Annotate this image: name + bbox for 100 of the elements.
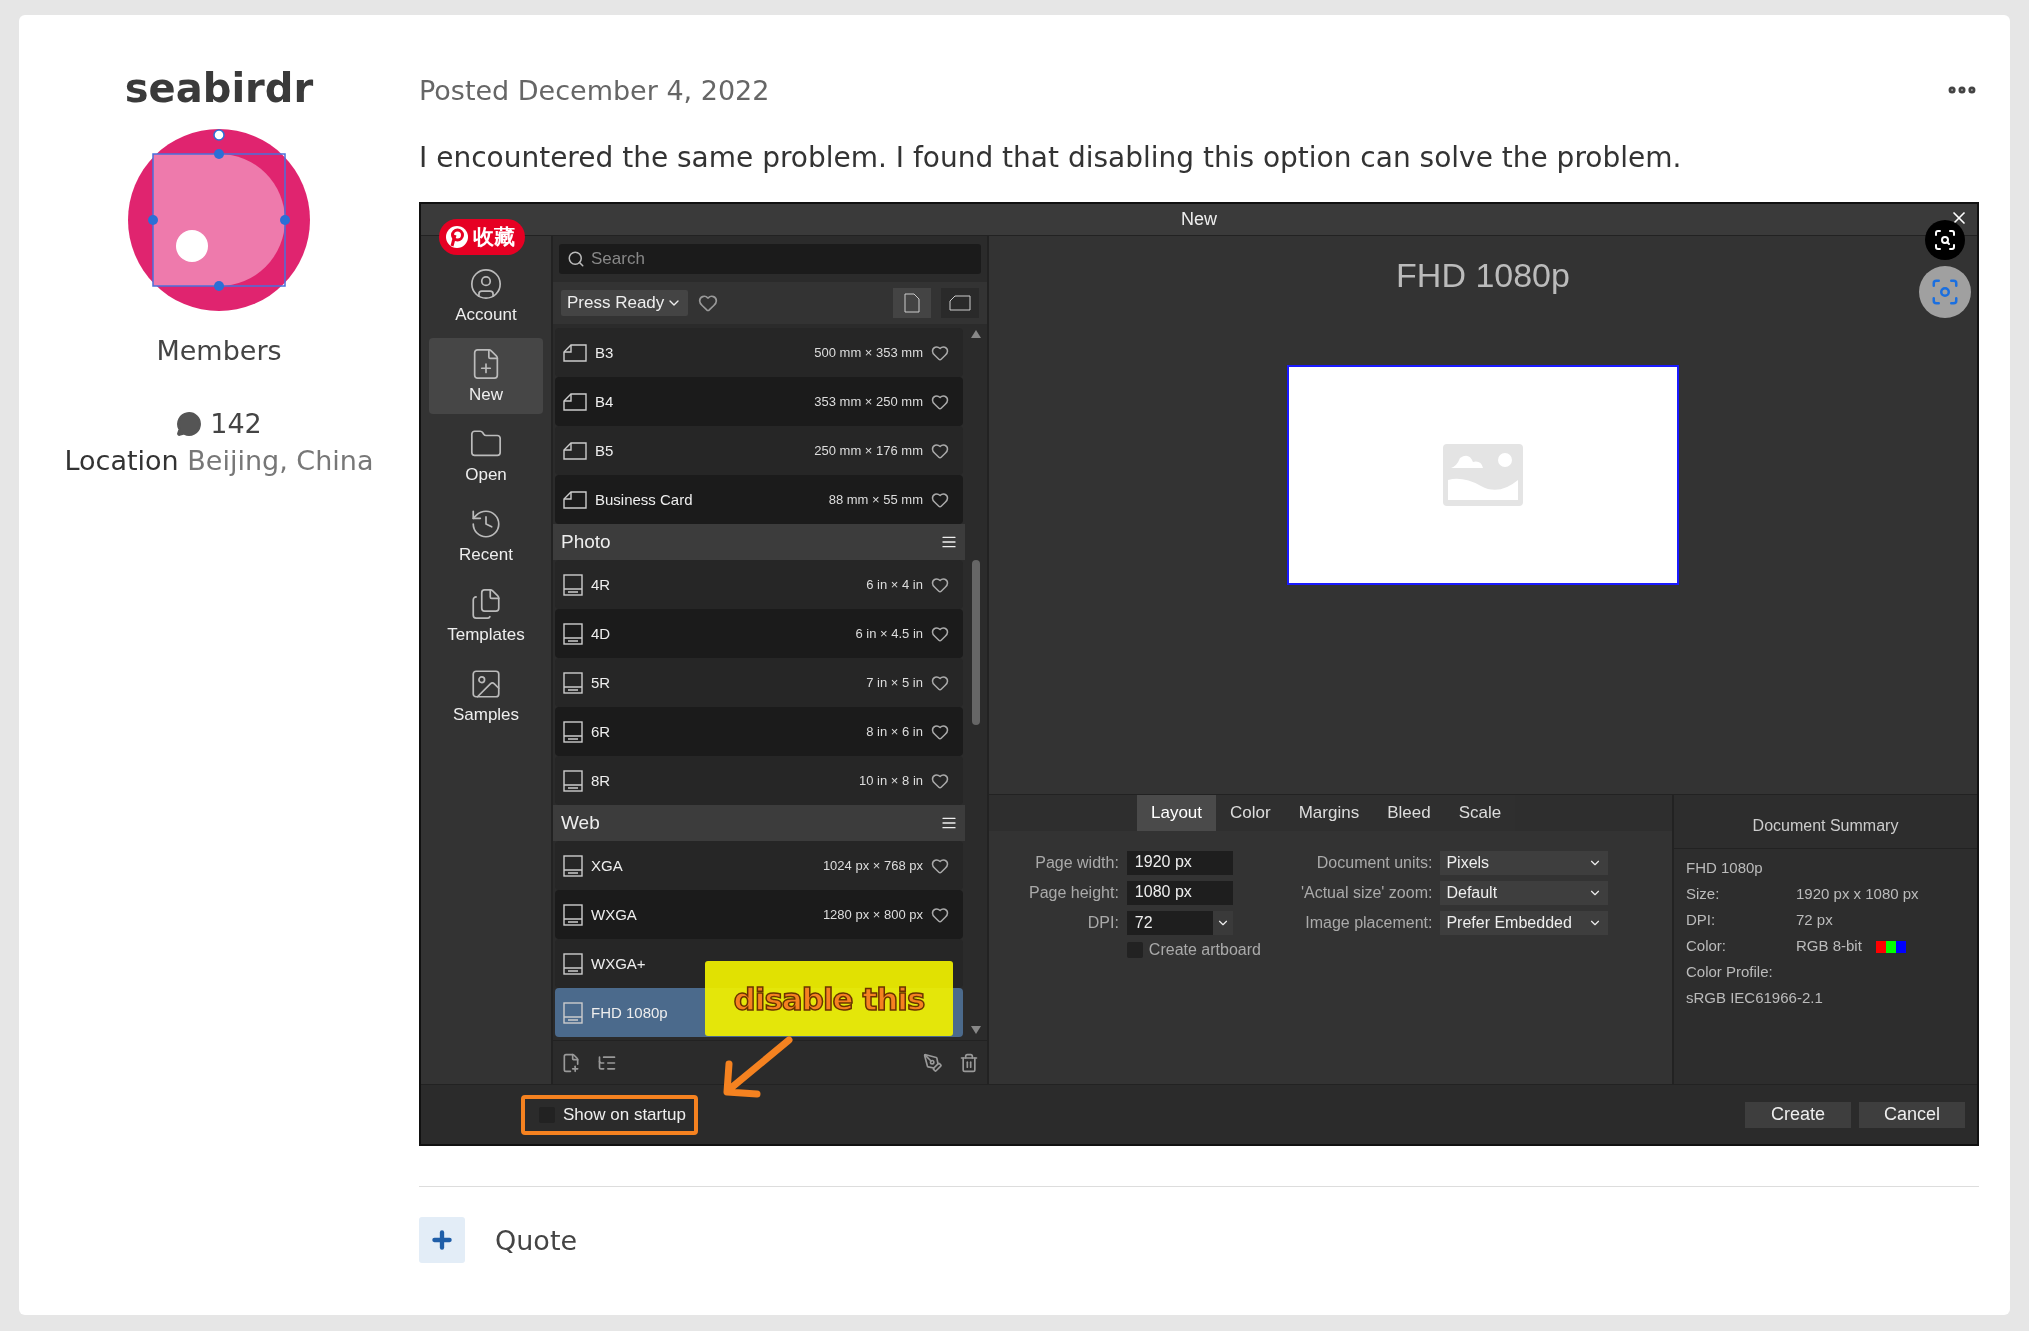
preset-row[interactable]: Business Card 88 mm × 55 mm [555, 475, 963, 524]
field-label: Page height: [1029, 884, 1119, 902]
pen-icon[interactable] [923, 1052, 943, 1073]
summary-label: Color Profile: [1686, 963, 1774, 980]
preset-row[interactable]: 4R 6 in × 4 in [555, 560, 963, 609]
sidebar-item[interactable]: Samples [429, 658, 543, 734]
preset-row[interactable]: B5 250 mm × 176 mm [555, 426, 963, 475]
summary-value: sRGB IEC61966-2.1 [1686, 989, 1824, 1006]
select-field[interactable]: Pixels [1440, 851, 1609, 875]
field-label: Image placement: [1304, 914, 1433, 932]
pin-icon [445, 225, 469, 249]
heart-icon[interactable] [931, 343, 949, 362]
scroll-up-icon[interactable] [971, 330, 981, 338]
member-role: Members [156, 335, 282, 366]
checkbox-label: Create artboard [1148, 941, 1261, 959]
select-field[interactable]: Prefer Embedded [1440, 911, 1609, 935]
preset-dropdown[interactable]: Press Ready [561, 290, 689, 316]
preset-row[interactable]: 5R 7 in × 5 in [555, 658, 963, 707]
field-label: Document units: [1315, 854, 1433, 872]
post-text: I encountered the same problem. I found that disabling this option can solve the problem. [419, 141, 1683, 174]
quote-link[interactable]: Quote [495, 1224, 578, 1256]
list-menu-icon[interactable] [941, 815, 957, 831]
heart-icon[interactable] [931, 905, 949, 924]
username: seabirdr [124, 65, 314, 111]
heart-icon[interactable] [931, 575, 949, 594]
summary-name: FHD 1080p [1686, 859, 1764, 876]
recent-icon [469, 507, 503, 541]
image-placeholder-icon [1443, 444, 1523, 506]
settings-tab[interactable]: Layout [1137, 795, 1217, 831]
focus-frame-icon [1930, 277, 1960, 307]
page-icon [563, 392, 587, 411]
preset-row[interactable]: WXGA 1280 px × 800 px [555, 890, 963, 939]
heart-icon[interactable] [931, 722, 949, 741]
add-preset-icon[interactable] [561, 1052, 581, 1073]
heart-icon[interactable] [931, 392, 949, 411]
heart-icon[interactable] [931, 771, 949, 790]
scrollbar-thumb[interactable] [972, 559, 980, 725]
preset-row[interactable]: 4D 6 in × 4.5 in [555, 609, 963, 658]
summary-value: 72 px [1796, 911, 1833, 928]
list-menu-icon[interactable] [941, 534, 957, 550]
landscape-button[interactable] [941, 288, 979, 318]
summary-label: DPI: [1686, 911, 1717, 928]
preset-row[interactable]: 8R 10 in × 8 in [555, 756, 963, 805]
select-field[interactable]: Default [1440, 881, 1609, 905]
sidebar-item[interactable]: New [429, 338, 543, 414]
quote-plus-button[interactable] [419, 1217, 465, 1263]
sidebar-item[interactable]: Account [429, 258, 543, 334]
heart-icon[interactable] [931, 673, 949, 692]
screen-icon [563, 1001, 583, 1024]
dialog-button[interactable]: Cancel [1859, 1101, 1965, 1128]
summary-label: Color: [1686, 937, 1727, 954]
heart-icon[interactable] [931, 441, 949, 460]
screen-icon [563, 903, 583, 926]
checkbox-label: Show on startup [563, 1104, 686, 1125]
summary-label: Size: [1686, 885, 1721, 902]
input-field[interactable]: 1080 px [1126, 881, 1233, 905]
location-text: Location Beijing, China [64, 445, 374, 476]
portrait-button[interactable] [893, 288, 931, 318]
field-label: 'Actual size' zoom: [1300, 884, 1433, 902]
note-tooltip: disable this [705, 961, 953, 1036]
preset-row[interactable]: B3 500 mm × 353 mm [555, 328, 963, 377]
page-icon [563, 490, 587, 509]
heart-icon[interactable] [931, 490, 949, 509]
screen-icon [563, 854, 583, 877]
summary-value: 1920 px x 1080 px [1796, 885, 1919, 902]
preset-row[interactable]: B4 353 mm × 250 mm [555, 377, 963, 426]
scan-search-icon [1933, 228, 1957, 252]
dpi-field[interactable]: 72 [1126, 911, 1233, 935]
dialog-button[interactable]: Create [1745, 1101, 1851, 1128]
sidebar-item[interactable]: Templates [429, 578, 543, 654]
account-icon [469, 267, 503, 301]
page-icon [563, 441, 587, 460]
preset-row[interactable]: XGA 1024 px × 768 px [555, 841, 963, 890]
search-field[interactable]: Search [559, 244, 981, 274]
preview-title: FHD 1080p [1396, 256, 1570, 295]
plus-icon [429, 1227, 455, 1253]
portrait-page-icon [904, 293, 920, 313]
post-count: 142 [210, 408, 262, 439]
summary-title: Document Summary [1674, 803, 1977, 849]
sidebar-item[interactable]: Open [429, 418, 543, 494]
heart-icon[interactable] [698, 293, 719, 313]
field-label: DPI: [1086, 914, 1119, 932]
post-date: Posted December 4, 2022 [419, 74, 770, 106]
search-icon [567, 250, 585, 268]
landscape-page-icon [949, 295, 971, 311]
scroll-down-icon[interactable] [971, 1026, 981, 1034]
trash-icon[interactable] [959, 1052, 979, 1073]
heart-icon[interactable] [931, 856, 949, 875]
screen-icon [563, 769, 583, 792]
sidebar-item[interactable]: Recent [429, 498, 543, 574]
section-header[interactable]: Web [553, 805, 965, 841]
preset-row[interactable]: 6R 8 in × 6 in [555, 707, 963, 756]
input-field[interactable]: 1920 px [1126, 851, 1233, 875]
screen-icon [563, 671, 583, 694]
templates-icon [469, 587, 503, 621]
section-header[interactable]: Photo [553, 524, 965, 560]
page-icon [563, 343, 587, 362]
screen-icon [563, 720, 583, 743]
rgb-swatch-icon [1875, 941, 1906, 954]
heart-icon[interactable] [931, 624, 949, 643]
